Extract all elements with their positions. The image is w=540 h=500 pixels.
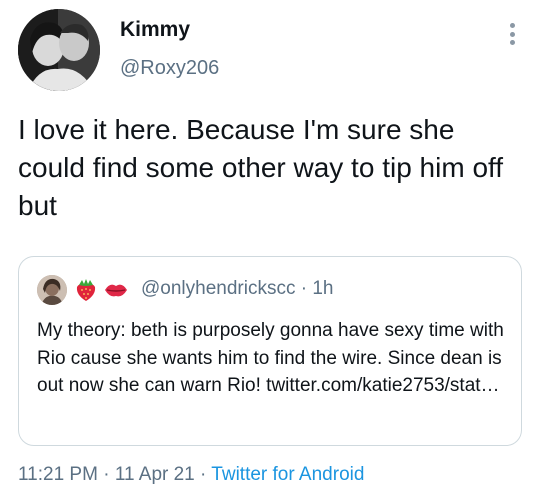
quoted-handle-text[interactable]: @onlyhendrickscc [141,278,295,299]
kiss-lips-icon [103,277,129,303]
tweet-date: 11 Apr 21 [114,464,195,485]
quoted-tweet-text: My theory: beth is purposely gonna have … [37,320,504,396]
quoted-author-avatar[interactable] [37,275,67,305]
strawberry-icon [73,277,99,303]
tweet-text: I love it here. Because I'm sure she cou… [18,114,504,221]
author-handle[interactable]: @Roxy206 [120,57,219,80]
meta-separator-1: · [103,464,110,485]
quoted-time: 1h [312,278,334,299]
meta-separator-2: · [200,464,207,485]
quoted-tweet-card[interactable]: @onlyhendrickscc · 1h My theory: beth is… [18,256,522,446]
tweet: Kimmy @Roxy206 I love it here. Because I… [0,0,540,500]
author-avatar[interactable] [18,9,100,91]
tweet-source-link[interactable]: Twitter for Android [211,464,364,485]
tweet-meta: 11:21 PM · 11 Apr 21 · Twitter for Andro… [18,464,364,486]
author-display-name[interactable]: Kimmy [120,18,190,42]
more-options-icon[interactable] [506,20,518,48]
tweet-time: 11:21 PM [18,464,98,485]
quoted-separator: · [300,278,308,299]
quoted-author-handle[interactable]: @onlyhendrickscc · 1h [141,278,334,300]
